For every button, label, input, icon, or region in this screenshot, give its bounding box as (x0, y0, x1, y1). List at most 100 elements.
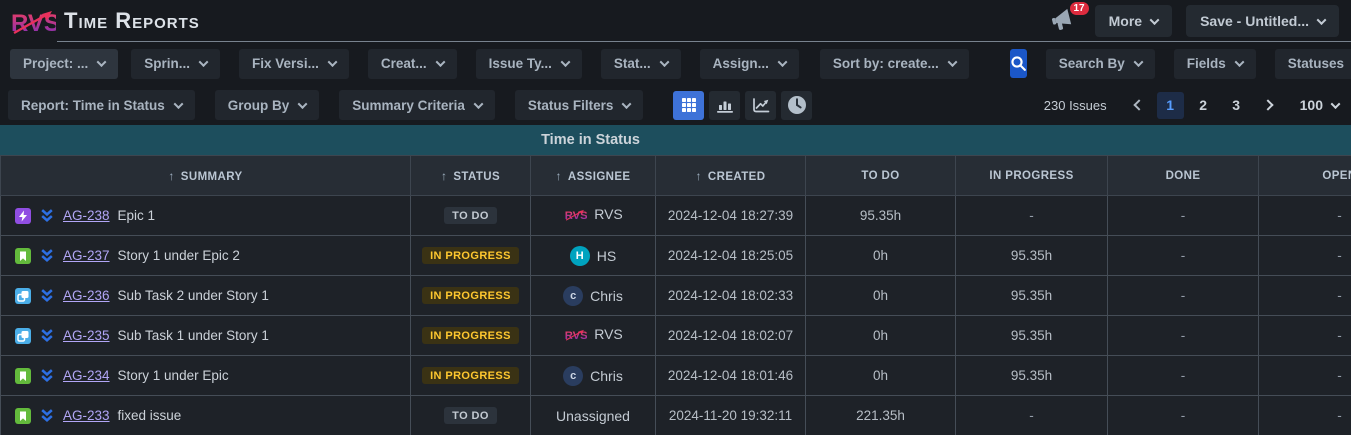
next-page-button[interactable] (1256, 93, 1280, 117)
chevron-down-icon (199, 57, 209, 67)
report-banner: Time in Status (0, 125, 1351, 155)
table-row: AG-234 Story 1 under Epic IN PROGRESS c … (1, 356, 1351, 396)
issue-summary: Story 1 under Epic (118, 368, 229, 383)
column-header-done[interactable]: DONE (1108, 156, 1259, 196)
sort-asc-icon: ↑ (555, 169, 561, 183)
line-chart-icon (752, 98, 770, 113)
report-toolbar: Report: Time in Status Group By Summary … (0, 85, 1351, 125)
filter-fix-version[interactable]: Fix Versi... (239, 49, 349, 79)
chevron-down-icon (327, 57, 337, 67)
fields-dropdown[interactable]: Fields (1174, 49, 1256, 79)
prev-page-button[interactable] (1127, 93, 1151, 117)
sort-by-dropdown[interactable]: Sort by: create... (820, 49, 969, 79)
status-badge: IN PROGRESS (422, 327, 519, 344)
issue-key-link[interactable]: AG-234 (63, 368, 110, 383)
report-type-dropdown[interactable]: Report: Time in Status (8, 90, 195, 120)
assignee: RVS RVS (563, 326, 623, 342)
svg-text:RVS: RVS (565, 210, 587, 222)
filter-created[interactable]: Creat... (368, 49, 457, 79)
table-row: AG-237 Story 1 under Epic 2 IN PROGRESS … (1, 236, 1351, 276)
done-hours-cell: - (1108, 316, 1259, 356)
column-header-open[interactable]: OPEN (1259, 156, 1351, 196)
notification-badge: 17 (1070, 2, 1089, 15)
chevron-down-icon (560, 57, 570, 67)
chevron-left-icon (1133, 99, 1144, 110)
created-cell: 2024-12-04 18:27:39 (656, 196, 806, 236)
column-header-in-progress[interactable]: IN PROGRESS (956, 156, 1108, 196)
expand-rows-icon[interactable] (39, 248, 55, 263)
todo-hours-cell: 0h (806, 316, 956, 356)
chevron-down-icon (1133, 57, 1143, 67)
summary-criteria-dropdown[interactable]: Summary Criteria (339, 90, 495, 120)
more-button[interactable]: More (1095, 5, 1172, 37)
assignee: RVS RVS (563, 206, 623, 222)
assignee: c Chris (563, 366, 623, 386)
in-progress-hours-cell: 95.35h (956, 276, 1108, 316)
done-hours-cell: - (1108, 356, 1259, 396)
column-header-created[interactable]: ↑CREATED (656, 156, 806, 196)
page-2-button[interactable]: 2 (1190, 92, 1217, 119)
filter-sprint[interactable]: Sprin... (131, 49, 220, 79)
page-1-button[interactable]: 1 (1157, 92, 1184, 119)
chevron-right-icon (1262, 99, 1273, 110)
expand-rows-icon[interactable] (39, 208, 55, 223)
todo-hours-cell: 95.35h (806, 196, 956, 236)
column-header-todo[interactable]: TO DO (806, 156, 956, 196)
time-reports-app: RVS Time Reports 17 More (0, 0, 1351, 435)
issue-key-link[interactable]: AG-237 (63, 248, 110, 263)
filter-assignee[interactable]: Assign... (700, 49, 799, 79)
status-badge: IN PROGRESS (422, 247, 519, 264)
statuses-dropdown[interactable]: Statuses (1275, 49, 1351, 79)
issue-summary: Sub Task 1 under Story 1 (118, 328, 269, 343)
expand-rows-icon[interactable] (39, 408, 55, 423)
table-row: AG-236 Sub Task 2 under Story 1 IN PROGR… (1, 276, 1351, 316)
chevron-down-icon (1331, 99, 1341, 109)
table-view-button[interactable] (673, 91, 704, 120)
filter-status[interactable]: Stat... (601, 49, 681, 79)
group-by-dropdown[interactable]: Group By (215, 90, 320, 120)
column-header-summary[interactable]: ↑SUMMARY (1, 156, 411, 196)
open-hours-cell: - (1259, 356, 1351, 396)
issue-key-link[interactable]: AG-236 (63, 288, 110, 303)
expand-rows-icon[interactable] (39, 328, 55, 343)
clock-view-button[interactable] (781, 91, 812, 120)
done-hours-cell: - (1108, 196, 1259, 236)
page-title: Time Reports (64, 8, 200, 34)
issue-key-link[interactable]: AG-235 (63, 328, 110, 343)
expand-rows-icon[interactable] (39, 288, 55, 303)
search-by-dropdown[interactable]: Search By (1046, 49, 1155, 79)
column-header-assignee[interactable]: ↑ASSIGNEE (531, 156, 656, 196)
line-chart-view-button[interactable] (745, 91, 776, 120)
assignee: H HS (570, 246, 616, 266)
created-cell: 2024-12-04 18:25:05 (656, 236, 806, 276)
story-icon (15, 408, 31, 424)
save-button[interactable]: Save - Untitled... (1186, 5, 1339, 37)
expand-rows-icon[interactable] (39, 368, 55, 383)
issue-key-link[interactable]: AG-238 (63, 208, 110, 223)
table-header-row: ↑SUMMARY ↑STATUS ↑ASSIGNEE ↑CREATED TO D… (1, 156, 1351, 196)
chevron-down-icon (173, 99, 183, 109)
page-3-button[interactable]: 3 (1223, 92, 1250, 119)
filter-issue-type[interactable]: Issue Ty... (476, 49, 582, 79)
announcement-icon[interactable]: 17 (1051, 8, 1081, 34)
status-badge: TO DO (444, 207, 497, 224)
column-header-status[interactable]: ↑STATUS (411, 156, 531, 196)
table-row: AG-233 fixed issue TO DO Unassigned 2024… (1, 396, 1351, 435)
story-icon (15, 248, 31, 264)
bar-chart-view-button[interactable] (709, 91, 740, 120)
save-label: Save - Untitled... (1200, 13, 1309, 29)
page-size-dropdown[interactable]: 100 (1300, 97, 1339, 113)
bar-chart-icon (716, 98, 734, 113)
filter-bar: Project: ... Sprin... Fix Versi... Creat… (0, 42, 1351, 85)
status-filters-dropdown[interactable]: Status Filters (515, 90, 644, 120)
rvs-avatar-icon: RVS (563, 327, 587, 342)
issue-key-link[interactable]: AG-233 (63, 408, 110, 423)
search-button[interactable] (1010, 49, 1027, 78)
done-hours-cell: - (1108, 236, 1259, 276)
assignee: c Chris (563, 286, 623, 306)
todo-hours-cell: 0h (806, 236, 956, 276)
filter-project[interactable]: Project: ... (10, 49, 118, 79)
status-badge: TO DO (444, 407, 497, 424)
created-cell: 2024-12-04 18:01:46 (656, 356, 806, 396)
status-badge: IN PROGRESS (422, 287, 519, 304)
